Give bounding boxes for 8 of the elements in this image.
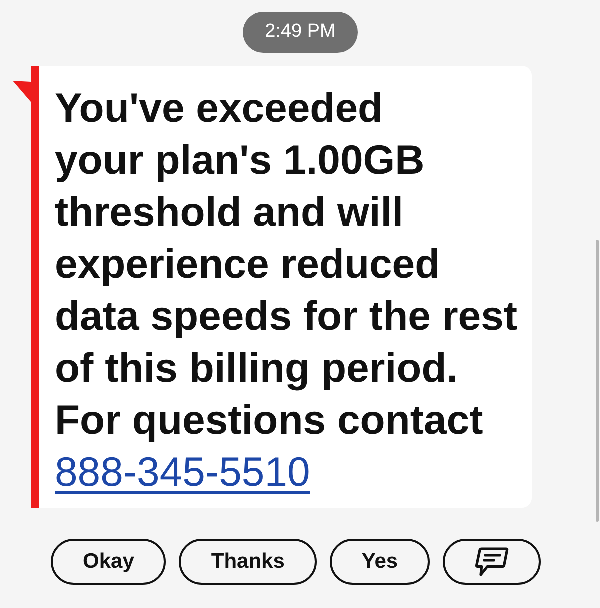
quick-reply-button[interactable]: Okay xyxy=(51,539,166,585)
chat-bubble-icon xyxy=(475,547,510,577)
timestamp: 2:49 PM xyxy=(243,12,358,53)
compose-message-button[interactable] xyxy=(443,539,542,585)
quick-reply-button[interactable]: Yes xyxy=(330,539,430,585)
message-text: You've exceeded your plan's 1.00GB threshold and will experience reduced data speeds for the rest of this billing period. For questions contact 888-345-5510 xyxy=(55,84,519,497)
quick-reply-button[interactable]: Thanks xyxy=(179,539,317,585)
phone-link[interactable]: 888-345-5510 xyxy=(55,449,310,495)
